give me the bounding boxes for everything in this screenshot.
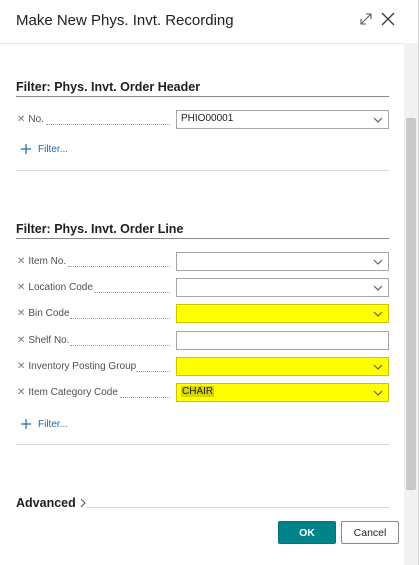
remove-filter-icon[interactable]: ✕ <box>17 335 25 346</box>
filter-label-location-code: ✕ Location Code <box>17 279 93 295</box>
inventory-posting-group-filter-field[interactable] <box>176 357 389 376</box>
field-value: PHIO00001 <box>181 113 234 124</box>
ok-button[interactable]: OK <box>278 521 336 544</box>
field-value: CHAIR <box>181 386 215 397</box>
filter-label-item-no: ✕ Item No. <box>17 253 66 269</box>
remove-filter-icon[interactable]: ✕ <box>17 387 25 398</box>
filter-label-item-category-code: ✕ Item Category Code <box>17 384 118 400</box>
leader-dots <box>94 291 170 293</box>
remove-filter-icon[interactable]: ✕ <box>17 282 25 293</box>
leader-dots <box>120 396 170 398</box>
cancel-button[interactable]: Cancel <box>341 521 399 544</box>
field-label-text: Shelf No. <box>28 334 70 346</box>
section-separator <box>16 444 389 445</box>
field-label-text: Location Code <box>28 281 93 293</box>
add-header-filter-link[interactable]: Filter... <box>20 141 68 157</box>
add-line-filter-link[interactable]: Filter... <box>20 416 68 432</box>
scrollbar-thumb[interactable] <box>406 118 416 490</box>
chevron-down-icon[interactable] <box>373 115 383 125</box>
remove-filter-icon[interactable]: ✕ <box>17 256 25 267</box>
add-filter-label: Filter... <box>38 418 69 430</box>
title-divider <box>0 43 404 44</box>
dialog-title: Make New Phys. Invt. Recording <box>16 12 234 29</box>
dialog-title-bar: Make New Phys. Invt. Recording <box>0 0 404 42</box>
filter-label-bin-code: ✕ Bin Code <box>17 305 70 321</box>
plus-icon <box>21 144 31 154</box>
chevron-down-icon[interactable] <box>373 309 383 319</box>
line-filter-rule <box>16 238 389 239</box>
line-filter-title: Filter: Phys. Invt. Order Line <box>16 222 184 236</box>
chevron-down-icon[interactable] <box>373 362 383 372</box>
bin-code-filter-field[interactable] <box>176 304 389 323</box>
add-filter-label: Filter... <box>38 143 69 155</box>
leader-dots <box>70 344 170 346</box>
filter-label-no: ✕ No. <box>17 111 44 127</box>
chevron-down-icon[interactable] <box>373 257 383 267</box>
leader-dots <box>46 123 170 125</box>
filter-label-shelf-no: ✕ Shelf No. <box>17 332 70 348</box>
chevron-down-icon[interactable] <box>373 388 383 398</box>
header-filter-rule <box>16 96 389 97</box>
section-separator <box>16 170 389 171</box>
field-label-text: No. <box>28 113 44 125</box>
plus-icon <box>21 419 31 429</box>
no-filter-field[interactable]: PHIO00001 <box>176 110 389 129</box>
chevron-down-icon[interactable] <box>373 283 383 293</box>
leader-dots <box>68 265 170 267</box>
location-code-filter-field[interactable] <box>176 278 389 297</box>
advanced-label: Advanced <box>16 496 76 510</box>
advanced-toggle[interactable]: Advanced <box>16 495 87 511</box>
make-new-recording-dialog: Make New Phys. Invt. Recording Filter: P… <box>0 0 419 565</box>
filter-label-inventory-posting-group: ✕ Inventory Posting Group <box>17 358 136 374</box>
remove-filter-icon[interactable]: ✕ <box>17 308 25 319</box>
close-icon[interactable] <box>380 11 396 27</box>
remove-filter-icon[interactable]: ✕ <box>17 361 25 372</box>
shelf-no-filter-field[interactable] <box>176 331 389 350</box>
advanced-rule <box>86 507 389 508</box>
item-category-code-filter-field[interactable]: CHAIR <box>176 383 389 402</box>
leader-dots <box>136 370 170 372</box>
field-label-text: Item Category Code <box>28 386 118 398</box>
expand-icon[interactable] <box>358 11 374 27</box>
leader-dots <box>70 317 170 319</box>
field-label-text: Bin Code <box>28 307 70 319</box>
header-filter-title: Filter: Phys. Invt. Order Header <box>16 80 201 94</box>
remove-filter-icon[interactable]: ✕ <box>17 114 25 125</box>
field-label-text: Inventory Posting Group <box>28 360 137 372</box>
field-label-text: Item No. <box>28 255 67 267</box>
item-no-filter-field[interactable] <box>176 252 389 271</box>
